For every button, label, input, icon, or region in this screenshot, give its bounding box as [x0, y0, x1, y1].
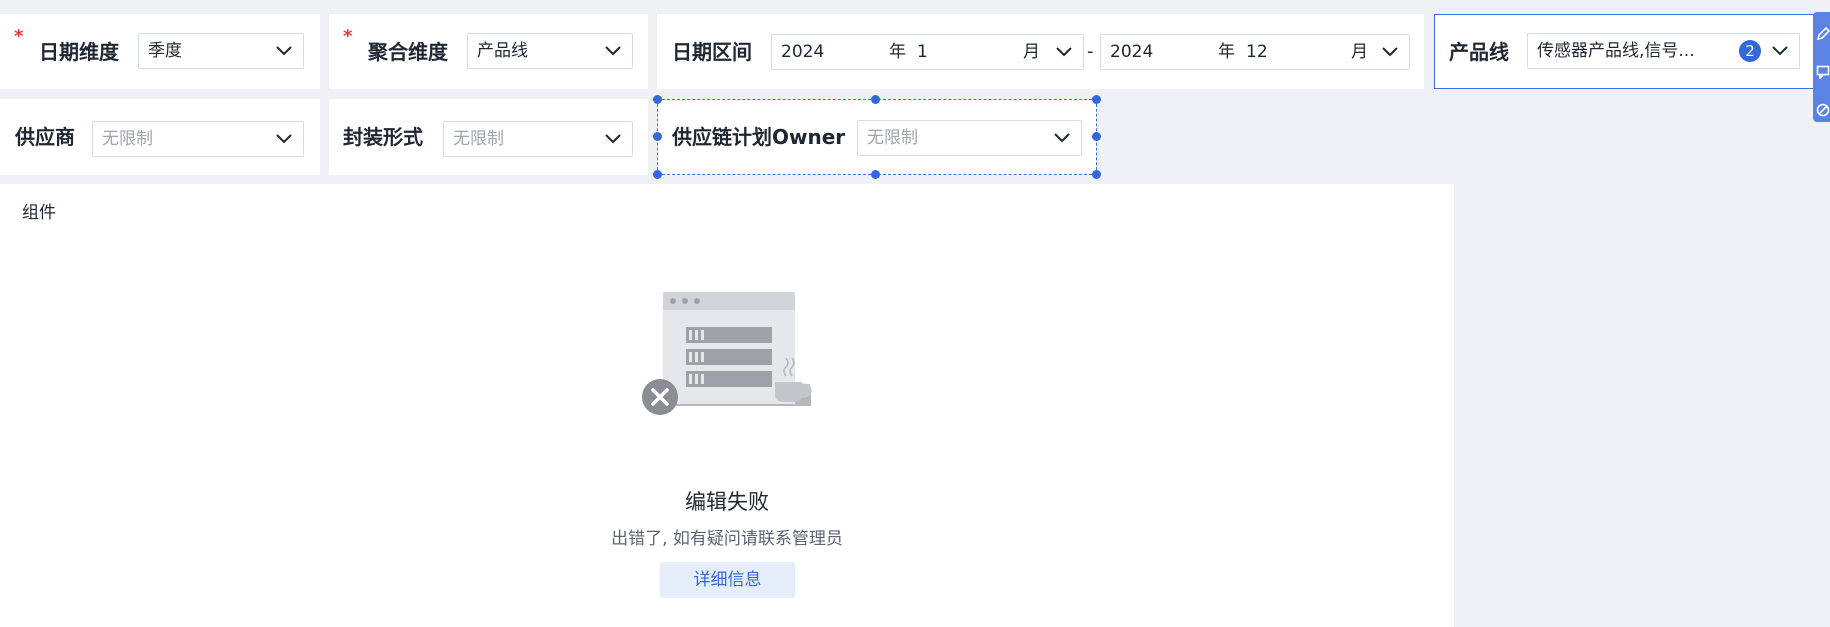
supplier-label: 供应商	[15, 125, 75, 149]
agg-dimension-value: 产品线	[477, 41, 528, 61]
block-icon[interactable]	[1816, 102, 1830, 117]
supplier-select[interactable]: 无限制	[92, 121, 304, 157]
filter-agg-dimension: * 聚合维度 产品线	[329, 14, 648, 89]
start-year-unit: 年	[889, 42, 906, 62]
start-date-select[interactable]: 2024 年 1 月	[771, 34, 1084, 70]
filter-product-line: 产品线 传感器产品线,信号... 2	[1434, 14, 1814, 89]
top-strip	[0, 0, 1830, 6]
required-mark: *	[343, 26, 353, 47]
date-dimension-select[interactable]: 季度	[138, 33, 304, 69]
filter-supplier: 供应商 无限制	[0, 99, 320, 175]
details-button[interactable]: 详细信息	[660, 562, 795, 598]
chevron-down-icon	[1055, 44, 1073, 60]
resize-handle[interactable]	[871, 170, 880, 179]
resize-handle[interactable]	[1092, 95, 1101, 104]
end-year-unit: 年	[1218, 42, 1235, 62]
chevron-down-icon	[604, 43, 622, 59]
side-toolbar[interactable]	[1813, 12, 1830, 122]
resize-handle[interactable]	[871, 95, 880, 104]
agg-dimension-label: 聚合维度	[368, 40, 448, 64]
product-line-select[interactable]: 传感器产品线,信号... 2	[1527, 33, 1800, 69]
end-month: 12	[1246, 42, 1268, 62]
filter-package-form: 封装形式 无限制	[329, 99, 648, 175]
edit-icon[interactable]	[1816, 26, 1830, 41]
end-year: 2024	[1110, 42, 1154, 62]
resize-handle[interactable]	[653, 170, 662, 179]
chevron-down-icon	[604, 131, 622, 147]
comment-icon[interactable]	[1816, 64, 1830, 80]
chevron-down-icon	[1381, 44, 1399, 60]
error-title: 编辑失败	[685, 490, 769, 514]
required-mark: *	[14, 26, 24, 47]
resize-handle[interactable]	[1092, 132, 1101, 141]
chevron-down-icon	[275, 131, 293, 147]
error-illustration-icon	[642, 292, 812, 415]
date-dimension-label: 日期维度	[39, 40, 119, 64]
date-range-label: 日期区间	[672, 40, 752, 64]
start-month: 1	[917, 42, 928, 62]
panel-title: 组件	[22, 203, 56, 223]
package-form-select[interactable]: 无限制	[443, 121, 633, 157]
product-line-label: 产品线	[1449, 40, 1509, 64]
package-form-placeholder: 无限制	[453, 129, 504, 149]
start-year: 2024	[781, 42, 825, 62]
filter-date-range: 日期区间 2024 年 1 月 - 2024 年 12 月	[657, 14, 1424, 89]
agg-dimension-select[interactable]: 产品线	[467, 33, 633, 69]
selection-outline	[657, 99, 1097, 175]
resize-handle[interactable]	[653, 95, 662, 104]
end-month-unit: 月	[1351, 42, 1368, 62]
supplier-placeholder: 无限制	[102, 129, 153, 149]
start-month-unit: 月	[1023, 42, 1040, 62]
chevron-down-icon	[1771, 43, 1789, 59]
component-panel: 组件 编辑失败 出错了, 如有疑问请联系管理员 详细信息	[0, 184, 1454, 627]
package-form-label: 封装形式	[343, 125, 423, 149]
resize-handle[interactable]	[653, 132, 662, 141]
date-dimension-value: 季度	[148, 41, 182, 61]
end-date-select[interactable]: 2024 年 12 月	[1100, 34, 1410, 70]
product-line-value: 传感器产品线,信号...	[1537, 41, 1695, 61]
date-range-separator: -	[1087, 41, 1094, 62]
resize-handle[interactable]	[1092, 170, 1101, 179]
error-description: 出错了, 如有疑问请联系管理员	[611, 529, 843, 549]
selected-count-badge: 2	[1739, 40, 1761, 62]
chevron-down-icon	[275, 43, 293, 59]
filter-date-dimension: * 日期维度 季度	[0, 14, 320, 89]
